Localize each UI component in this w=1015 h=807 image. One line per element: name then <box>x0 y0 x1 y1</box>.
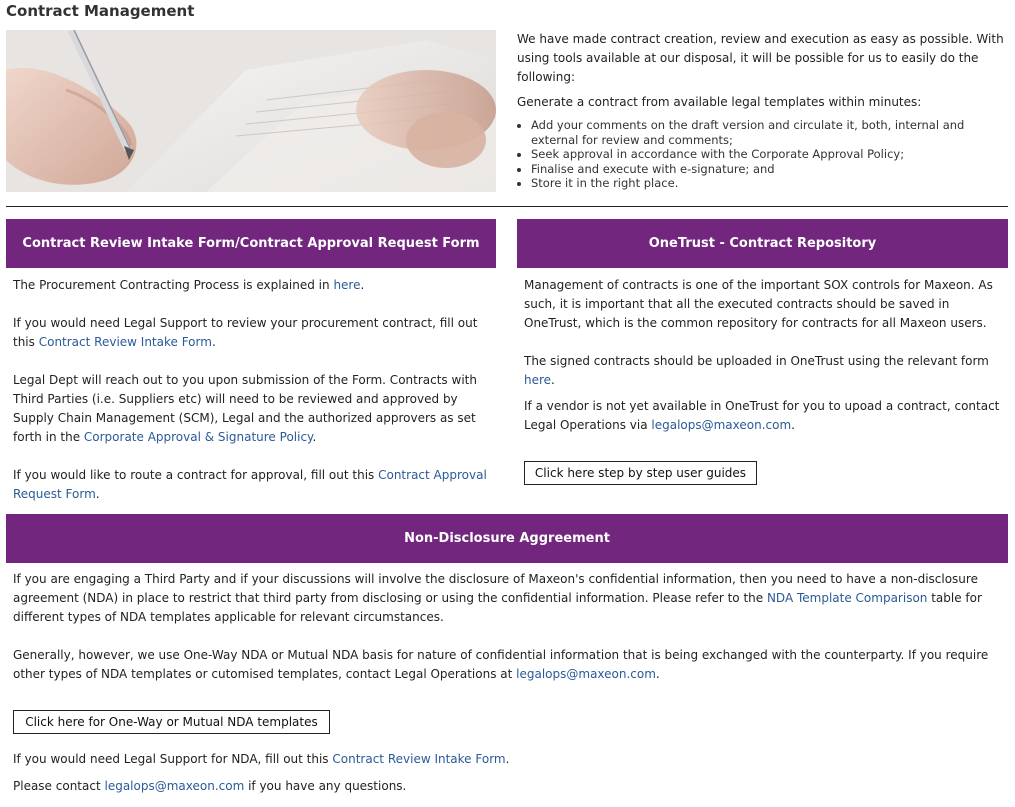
hand-writing-on-document-photo <box>6 30 496 192</box>
intro-bullet: Store it in the right place. <box>531 176 1009 191</box>
intro-paragraph: We have made contract creation, review a… <box>517 32 1004 84</box>
onetrust-section-body: Management of contracts is one of the im… <box>524 276 1002 454</box>
nda-intro-paragraph: If you are engaging a Third Party and if… <box>13 572 982 624</box>
intro-lead: Generate a contract from available legal… <box>517 95 922 109</box>
contact-paragraph: Please contact legalops@maxeon.com if yo… <box>13 779 407 793</box>
sox-controls-paragraph: Management of contracts is one of the im… <box>524 278 993 330</box>
vendor-not-available-paragraph: If a vendor is not yet available in OneT… <box>524 399 1000 432</box>
legalops-email-link[interactable]: legalops@maxeon.com <box>104 779 244 793</box>
nda-legal-support-paragraph: If you would need Legal Support for NDA,… <box>13 752 510 766</box>
nda-templates-button[interactable]: Click here for One-Way or Mutual NDA tem… <box>13 710 330 734</box>
signed-contracts-paragraph: The signed contracts should be uploaded … <box>524 354 989 387</box>
divider <box>6 206 1008 207</box>
contract-review-intake-form-link[interactable]: Contract Review Intake Form <box>39 335 212 349</box>
nda-template-comparison-link[interactable]: NDA Template Comparison <box>767 591 927 605</box>
intro-bullet: Finalise and execute with e-signature; a… <box>531 162 1009 177</box>
corporate-approval-policy-link[interactable]: Corporate Approval & Signature Policy <box>84 430 313 444</box>
intro-bullet-list: Add your comments on the draft version a… <box>531 118 1009 191</box>
legalops-email-link[interactable]: legalops@maxeon.com <box>651 418 791 432</box>
contract-review-section-header: Contract Review Intake Form/Contract App… <box>6 219 496 268</box>
contract-review-section-body: The Procurement Contracting Process is e… <box>13 276 493 523</box>
legal-support-paragraph: If you would need Legal Support to revie… <box>13 316 478 349</box>
onetrust-section-header: OneTrust - Contract Repository <box>517 219 1008 268</box>
legal-dept-paragraph: Legal Dept will reach out to you upon su… <box>13 373 477 444</box>
intro-text: We have made contract creation, review a… <box>517 30 1009 191</box>
intro-bullet: Seek approval in accordance with the Cor… <box>531 147 1009 162</box>
user-guides-button[interactable]: Click here step by step user guides <box>524 461 757 485</box>
nda-section-header: Non-Disclosure Aggreement <box>6 514 1008 563</box>
legalops-email-link[interactable]: legalops@maxeon.com <box>516 667 656 681</box>
route-approval-paragraph: If you would like to route a contract fo… <box>13 468 487 501</box>
procurement-process-paragraph: The Procurement Contracting Process is e… <box>13 278 365 292</box>
nda-section-body: If you are engaging a Third Party and if… <box>13 570 1008 703</box>
procurement-process-link[interactable]: here <box>333 278 360 292</box>
onetrust-form-link[interactable]: here <box>524 373 551 387</box>
page-title: Contract Management <box>6 2 195 20</box>
intro-bullet: Add your comments on the draft version a… <box>531 118 1009 147</box>
nda-types-paragraph: Generally, however, we use One-Way NDA o… <box>13 648 989 681</box>
contract-review-intake-form-link[interactable]: Contract Review Intake Form <box>332 752 505 766</box>
